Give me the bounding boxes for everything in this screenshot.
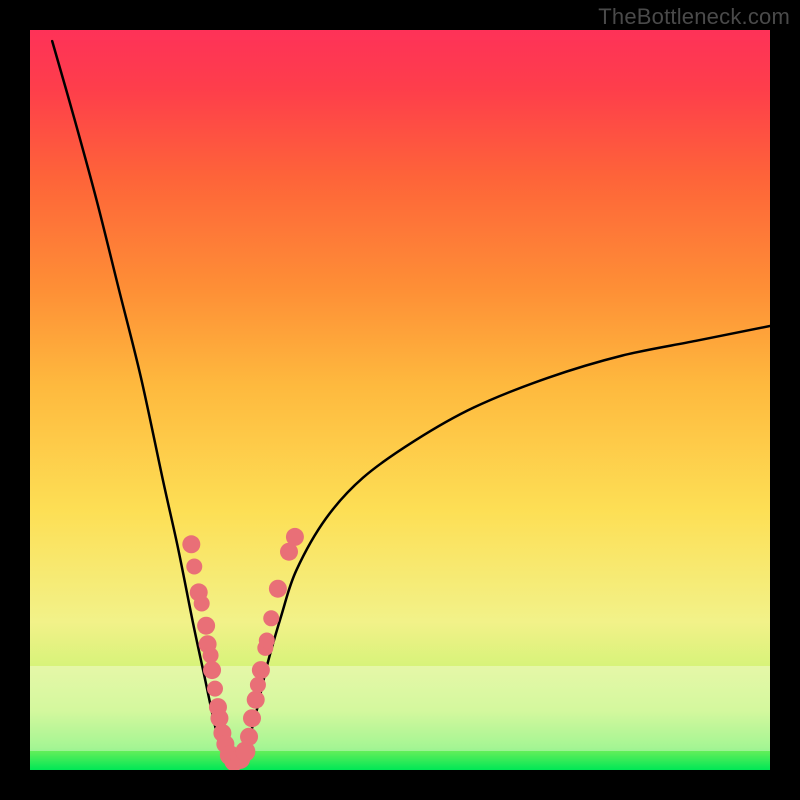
bottleneck-curve	[52, 41, 770, 766]
highlight-point	[240, 728, 258, 746]
watermark-text: TheBottleneck.com	[598, 4, 790, 30]
chart-svg	[30, 30, 770, 770]
highlight-point	[186, 559, 202, 575]
chart-plot-area	[30, 30, 770, 770]
highlight-point	[203, 661, 221, 679]
highlight-point	[210, 709, 228, 727]
highlight-point	[263, 610, 279, 626]
highlight-point	[194, 596, 210, 612]
highlight-points-group	[182, 528, 304, 770]
highlight-point	[259, 633, 275, 649]
highlight-point	[203, 647, 219, 663]
highlight-point	[269, 580, 287, 598]
highlight-point	[182, 535, 200, 553]
chart-frame: TheBottleneck.com	[0, 0, 800, 800]
highlight-point	[243, 709, 261, 727]
highlight-point	[250, 677, 266, 693]
highlight-point	[252, 661, 270, 679]
highlight-point	[207, 681, 223, 697]
highlight-point	[197, 617, 215, 635]
highlight-point	[286, 528, 304, 546]
highlight-point	[247, 691, 265, 709]
